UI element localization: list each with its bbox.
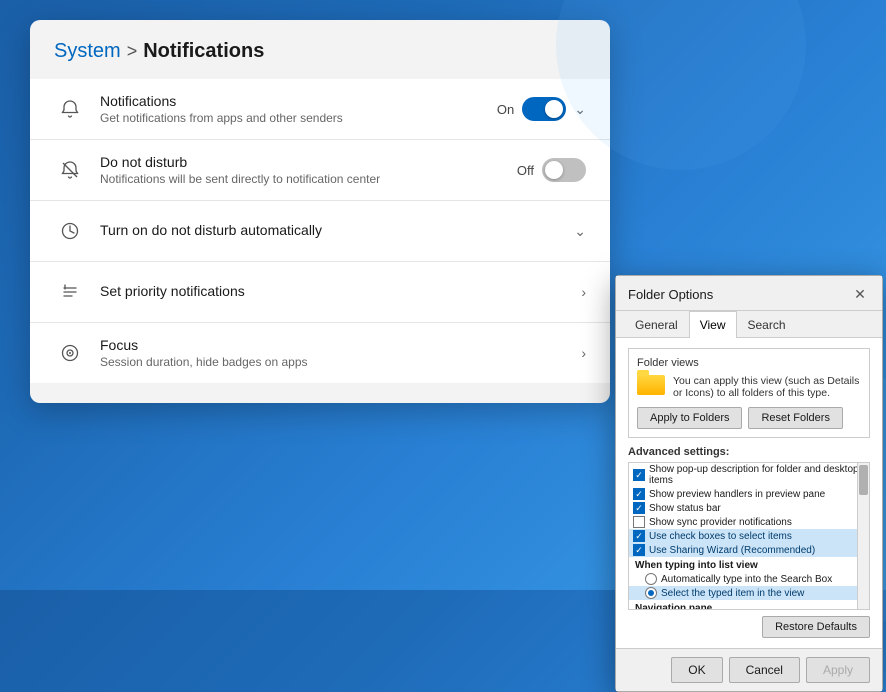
dialog-titlebar: Folder Options ✕ (616, 276, 882, 311)
breadcrumb-current: Notifications (143, 40, 264, 63)
checkbox-2[interactable]: ✓ (633, 502, 645, 514)
radio-select-item[interactable] (645, 587, 657, 599)
focus-title: Focus (100, 337, 581, 353)
advanced-section: Advanced settings: ✓ Show pop-up descrip… (628, 446, 870, 610)
bell-icon (54, 93, 86, 125)
restore-defaults-button[interactable]: Restore Defaults (762, 616, 870, 638)
tab-view[interactable]: View (689, 311, 737, 338)
adv-group-nav: Navigation pane (629, 600, 869, 610)
restore-btn-row: Restore Defaults (628, 616, 870, 638)
settings-item-priority[interactable]: Set priority notifications › (30, 262, 610, 323)
radio-search-box[interactable] (645, 573, 657, 585)
focus-subtitle: Session duration, hide badges on apps (100, 355, 581, 369)
focus-text: Focus Session duration, hide badges on a… (100, 337, 581, 369)
clock-icon (54, 215, 86, 247)
breadcrumb-separator: > (127, 41, 138, 62)
advanced-title: Advanced settings: (628, 446, 870, 458)
adv-item-3[interactable]: Show sync provider notifications (629, 515, 869, 529)
dnd-control: Off (517, 158, 586, 182)
folder-icon (637, 375, 665, 399)
notifications-chevron: ⌄ (574, 101, 586, 118)
checkbox-3[interactable] (633, 516, 645, 528)
folder-views-section: Folder views You can apply this view (su… (628, 348, 870, 438)
adv-item-radio-0[interactable]: Automatically type into the Search Box (629, 572, 869, 586)
priority-text: Set priority notifications (100, 283, 581, 301)
focus-icon (54, 337, 86, 369)
dialog-title: Folder Options (628, 287, 713, 302)
priority-control: › (581, 284, 586, 300)
notifications-text: Notifications Get notifications from app… (100, 93, 497, 125)
focus-chevron: › (581, 345, 586, 361)
folder-views-buttons: Apply to Folders Reset Folders (637, 407, 861, 429)
notifications-toggle-thumb (545, 100, 563, 118)
adv-item-4[interactable]: ✓ Use check boxes to select items (629, 529, 869, 543)
tab-search[interactable]: Search (737, 311, 797, 338)
notifications-subtitle: Get notifications from apps and other se… (100, 111, 497, 125)
notifications-toggle[interactable] (522, 97, 566, 121)
settings-item-auto-dnd[interactable]: Turn on do not disturb automatically ⌄ (30, 201, 610, 262)
settings-panel: System > Notifications Notifications Get… (30, 20, 610, 403)
adv-item-1[interactable]: ✓ Show preview handlers in preview pane (629, 487, 869, 501)
adv-item-0[interactable]: ✓ Show pop-up description for folder and… (629, 463, 869, 487)
folder-views-content: You can apply this view (such as Details… (637, 375, 861, 399)
adv-item-5[interactable]: ✓ Use Sharing Wizard (Recommended) (629, 543, 869, 557)
priority-title: Set priority notifications (100, 283, 581, 299)
auto-dnd-title: Turn on do not disturb automatically (100, 222, 574, 238)
folder-options-dialog: Folder Options ✕ General View Search Fol… (615, 275, 883, 692)
auto-dnd-text: Turn on do not disturb automatically (100, 222, 574, 240)
dnd-title: Do not disturb (100, 154, 517, 170)
scrollbar-thumb[interactable] (859, 465, 868, 495)
checkbox-4[interactable]: ✓ (633, 530, 645, 542)
list-priority-icon (54, 276, 86, 308)
dialog-tabs: General View Search (616, 311, 882, 338)
settings-item-dnd[interactable]: Do not disturb Notifications will be sen… (30, 140, 610, 201)
apply-to-folders-button[interactable]: Apply to Folders (637, 407, 742, 429)
adv-item-2[interactable]: ✓ Show status bar (629, 501, 869, 515)
focus-control: › (581, 345, 586, 361)
priority-chevron: › (581, 284, 586, 300)
folder-views-title: Folder views (637, 357, 861, 369)
checkbox-5[interactable]: ✓ (633, 544, 645, 556)
notifications-control: On ⌄ (497, 97, 586, 121)
settings-item-notifications[interactable]: Notifications Get notifications from app… (30, 79, 610, 140)
auto-dnd-chevron: ⌄ (574, 223, 586, 240)
dnd-subtitle: Notifications will be sent directly to n… (100, 172, 517, 186)
folder-icon-body (637, 375, 665, 395)
tab-general[interactable]: General (624, 311, 689, 338)
advanced-list: ✓ Show pop-up description for folder and… (628, 462, 870, 610)
reset-folders-button[interactable]: Reset Folders (748, 407, 842, 429)
apply-button[interactable]: Apply (806, 657, 870, 683)
dnd-toggle[interactable] (542, 158, 586, 182)
ok-button[interactable]: OK (671, 657, 722, 683)
notifications-title: Notifications (100, 93, 497, 109)
dnd-bell-icon (54, 154, 86, 186)
adv-item-radio-1[interactable]: Select the typed item in the view (629, 586, 869, 600)
dnd-toggle-thumb (545, 161, 563, 179)
folder-views-description: You can apply this view (such as Details… (673, 375, 861, 399)
dnd-toggle-label: Off (517, 163, 534, 178)
dialog-close-button[interactable]: ✕ (850, 284, 870, 304)
cancel-button[interactable]: Cancel (729, 657, 800, 683)
dnd-text: Do not disturb Notifications will be sen… (100, 154, 517, 186)
notifications-toggle-label: On (497, 102, 514, 117)
auto-dnd-control: ⌄ (574, 223, 586, 240)
breadcrumb: System > Notifications (30, 40, 610, 79)
adv-group-typing: When typing into list view (629, 557, 869, 572)
breadcrumb-system-link[interactable]: System (54, 40, 121, 63)
checkbox-1[interactable]: ✓ (633, 488, 645, 500)
settings-item-focus[interactable]: Focus Session duration, hide badges on a… (30, 323, 610, 383)
dialog-body: Folder views You can apply this view (su… (616, 338, 882, 648)
scrollbar[interactable] (857, 463, 869, 609)
checkbox-0[interactable]: ✓ (633, 469, 645, 481)
dialog-footer: OK Cancel Apply (616, 648, 882, 691)
